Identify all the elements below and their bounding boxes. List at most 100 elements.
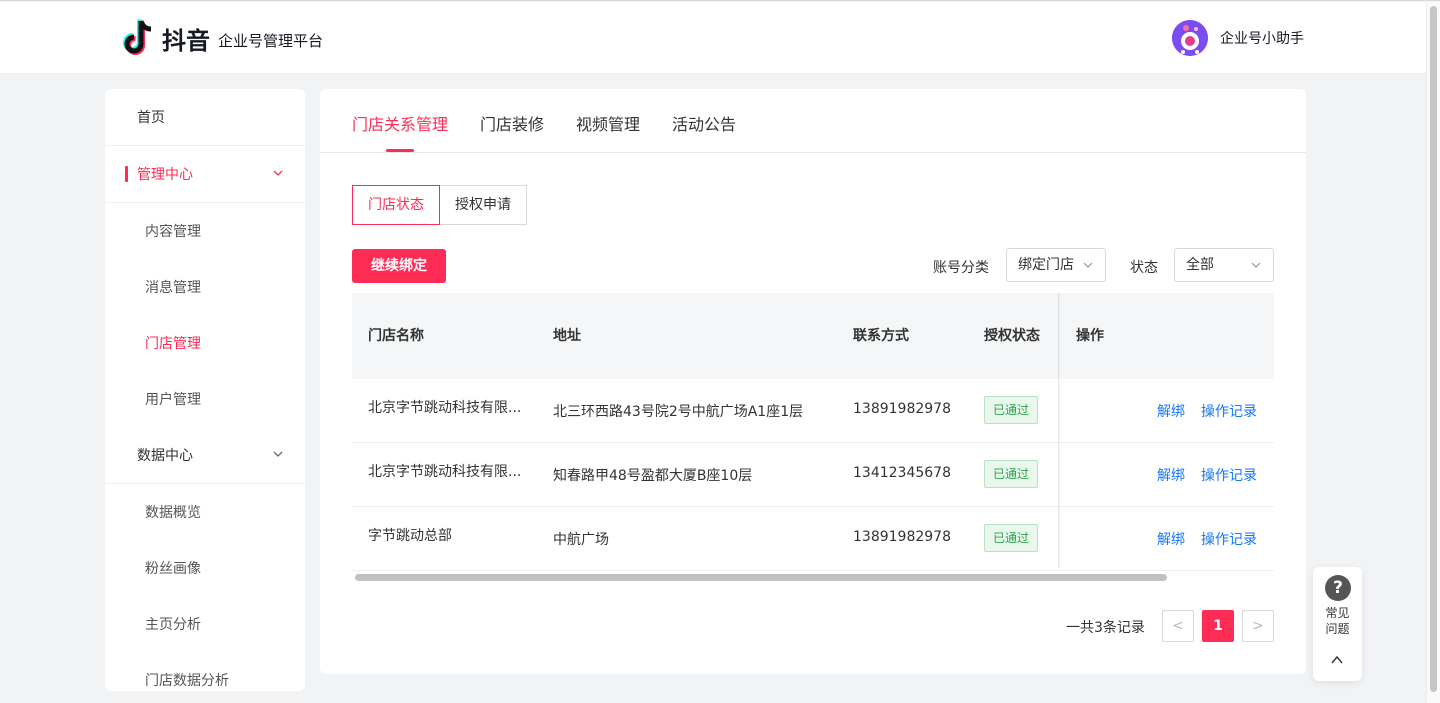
tab-label: 视频管理 [576,115,641,134]
top-header: 抖音 企业号管理平台 企业号小助手 [0,2,1426,73]
sidebar-item-label: 内容管理 [145,224,201,240]
store-address: 知春路甲48号盈都大厦B座10层 [553,468,753,484]
account-category-select[interactable]: 绑定门店 [1006,248,1106,282]
sidebar-item-label: 用户管理 [145,392,201,408]
store-name: 北京字节跳动科技有限... [368,400,522,416]
segmented-control: 门店状态 授权申请 [352,185,527,225]
chevron-down-icon [273,170,283,176]
stores-table: 门店名称 地址 联系方式 授权状态 操作 北京字节跳动科技有限... 北三环西路… [352,293,1274,583]
sidebar-item-homepage-analysis[interactable]: 主页分析 [105,596,305,652]
sidebar-item-label: 数据概览 [145,505,201,521]
faq-label: 常见 问题 [1313,605,1362,637]
table-horizontal-scrollbar[interactable] [352,571,1274,583]
store-phone: 13891982978 [853,401,951,417]
table-row: 北京字节跳动科技有限... 北三环西路43号院2号中航广场A1座1层 13891… [352,379,1274,443]
sidebar-item-label: 主页分析 [145,617,201,633]
sidebar-group-data[interactable]: 数据中心 [105,427,305,483]
table-row: 字节跳动总部 中航广场 13891982978 已通过 解绑 操作记录 [352,507,1274,571]
chevron-down-icon [1083,262,1093,268]
user-menu[interactable]: 企业号小助手 [1172,20,1304,56]
douyin-logo-icon [123,19,152,55]
continue-binding-button[interactable]: 继续绑定 [352,249,446,283]
status-badge: 已通过 [984,524,1039,552]
sidebar-item-label: 首页 [137,110,165,126]
faq-widget[interactable]: ? 常见 问题 [1313,567,1362,681]
tab-activity-notice[interactable]: 活动公告 [672,89,736,152]
store-phone: 13891982978 [853,529,951,545]
status-label: 状态 [1130,260,1158,276]
select-value: 绑定门店 [1018,257,1074,273]
page-scrollbar[interactable] [1426,2,1440,703]
fixed-column-shadow [1058,293,1060,569]
column-header-contact: 联系方式 [853,328,909,344]
chevron-right-icon: > [1252,618,1264,634]
table-row: 北京字节跳动科技有限... 知春路甲48号盈都大厦B座10层 134123456… [352,443,1274,507]
segment-store-status[interactable]: 门店状态 [352,185,440,225]
scrollbar-thumb[interactable] [1430,6,1437,692]
app-window: 抖音 企业号管理平台 企业号小助手 首页 管理中心 内容管理 消息管理 门店管理… [0,0,1440,703]
page-button-current[interactable]: 1 [1202,610,1234,642]
table-header: 门店名称 地址 联系方式 授权状态 操作 [352,293,1274,379]
sidebar-item-label: 管理中心 [137,167,193,183]
select-value: 全部 [1186,257,1214,273]
sidebar-item-users[interactable]: 用户管理 [105,371,305,427]
chevron-down-icon [273,451,283,457]
back-to-top-icon[interactable] [1330,653,1344,667]
sidebar-item-fans-profile[interactable]: 粉丝画像 [105,540,305,596]
tab-label: 活动公告 [672,115,737,134]
sidebar-item-label: 消息管理 [145,280,201,296]
sidebar-item-data-overview[interactable]: 数据概览 [105,484,305,540]
next-page-button[interactable]: > [1242,610,1274,642]
tab-video-management[interactable]: 视频管理 [576,89,640,152]
status-badge: 已通过 [984,396,1039,424]
total-records: 一共3条记录 [1066,620,1145,636]
column-header-actions: 操作 [1076,328,1104,344]
account-category-label: 账号分类 [933,260,989,276]
tab-bar: 门店关系管理 门店装修 视频管理 活动公告 [352,89,768,152]
tab-store-decoration[interactable]: 门店装修 [480,89,544,152]
tab-label: 门店装修 [480,115,545,134]
prev-page-button[interactable]: < [1162,610,1194,642]
sidebar-nav: 首页 管理中心 内容管理 消息管理 门店管理 用户管理 数据中心 数据概览 粉丝… [105,89,305,691]
unbind-link[interactable]: 解绑 [1157,401,1185,421]
active-indicator [125,166,128,182]
store-address: 北三环西路43号院2号中航广场A1座1层 [553,404,804,420]
faq-label-line: 常见 [1325,606,1350,620]
tab-store-relations[interactable]: 门店关系管理 [352,89,448,152]
sidebar-item-home[interactable]: 首页 [105,89,305,145]
scrollbar-thumb[interactable] [355,574,1167,581]
user-name: 企业号小助手 [1220,31,1304,47]
sidebar-item-label: 数据中心 [137,448,193,464]
status-badge: 已通过 [984,460,1039,488]
sidebar-item-label: 粉丝画像 [145,561,201,577]
column-header-store-name: 门店名称 [368,328,424,344]
question-icon: ? [1325,575,1351,601]
divider [320,152,1306,153]
avatar[interactable] [1172,20,1208,56]
logo-text: 抖音 [162,26,210,55]
sidebar-item-messages[interactable]: 消息管理 [105,259,305,315]
sidebar-item-content[interactable]: 内容管理 [105,203,305,259]
sidebar-item-store-data-analysis[interactable]: 门店数据分析 [105,652,305,691]
sidebar-item-stores[interactable]: 门店管理 [105,315,305,371]
brand-logo[interactable]: 抖音 企业号管理平台 [120,18,323,58]
tab-label: 门店关系管理 [352,115,449,134]
segment-auth-requests[interactable]: 授权申请 [440,185,527,225]
platform-title: 企业号管理平台 [218,31,324,50]
store-address: 中航广场 [553,532,609,548]
store-name: 字节跳动总部 [368,528,452,544]
status-select[interactable]: 全部 [1174,248,1274,282]
column-header-address: 地址 [553,328,581,344]
unbind-link[interactable]: 解绑 [1157,529,1185,549]
operation-log-link[interactable]: 操作记录 [1201,465,1257,485]
store-phone: 13412345678 [853,465,951,481]
main-panel: 门店关系管理 门店装修 视频管理 活动公告 门店状态 授权申请 继续绑定 账号分… [320,89,1306,674]
operation-log-link[interactable]: 操作记录 [1201,529,1257,549]
operation-log-link[interactable]: 操作记录 [1201,401,1257,421]
unbind-link[interactable]: 解绑 [1157,465,1185,485]
faq-label-line: 问题 [1325,622,1350,636]
sidebar-item-label: 门店管理 [145,336,201,352]
sidebar-group-management[interactable]: 管理中心 [105,146,305,202]
column-header-auth-status: 授权状态 [984,328,1040,344]
sidebar-item-label: 门店数据分析 [145,673,229,689]
